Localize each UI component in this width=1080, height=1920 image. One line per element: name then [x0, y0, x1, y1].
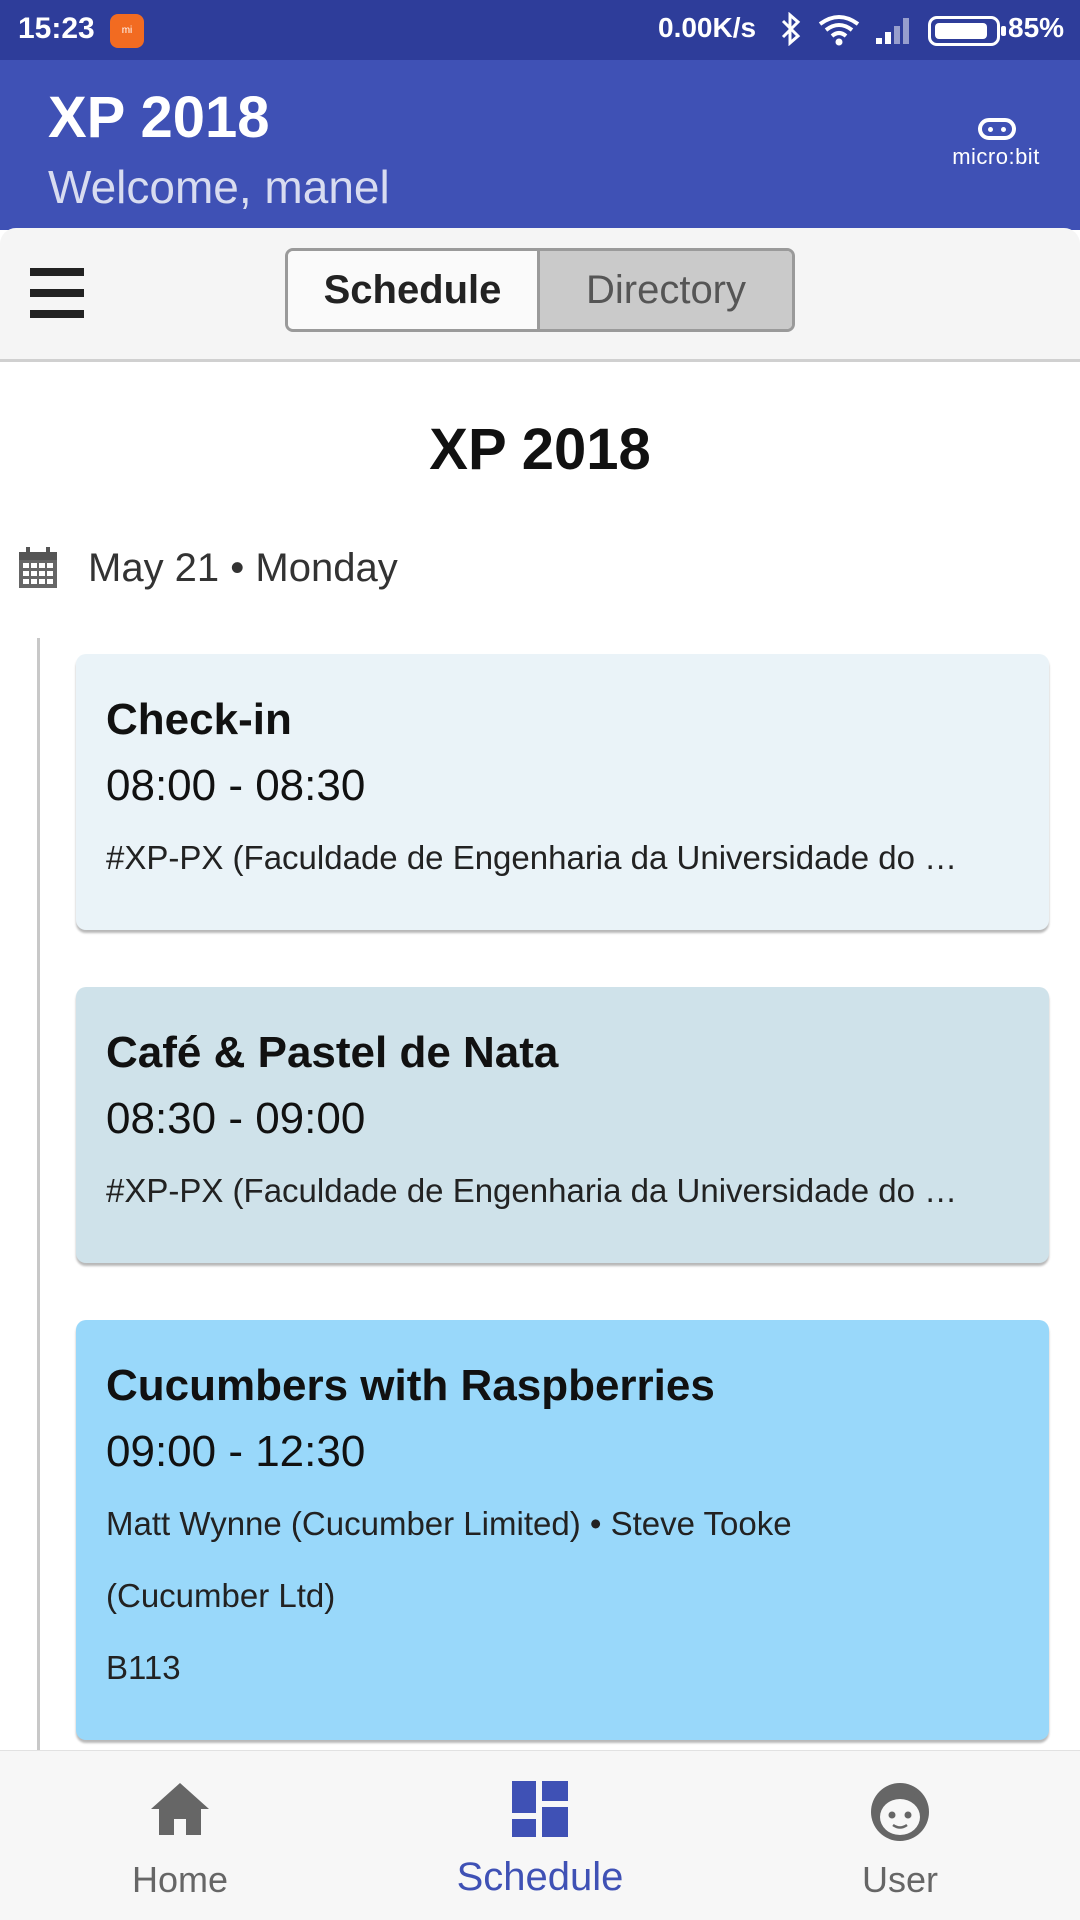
wifi-icon	[818, 15, 860, 46]
home-icon	[151, 1783, 209, 1835]
app-title: XP 2018	[48, 85, 270, 150]
event-card-cucumbers[interactable]: Cucumbers with Raspberries 09:00 - 12:30…	[76, 1320, 1049, 1740]
event-title: Café & Pastel de Nata	[106, 1028, 559, 1077]
date-label: May 21 • Monday	[88, 545, 398, 590]
event-card-cafe[interactable]: Café & Pastel de Nata 08:30 - 09:00 #XP-…	[76, 987, 1049, 1263]
battery-percent: 85%	[1008, 12, 1065, 43]
date-row: May 21 • Monday	[18, 542, 398, 594]
app-header: XP 2018 Welcome, manel micro:bit	[0, 60, 1080, 230]
event-time: 08:00 - 08:30	[106, 761, 366, 810]
event-room: B113	[106, 1649, 181, 1686]
event-title: Cucumbers with Raspberries	[106, 1361, 715, 1410]
calendar-icon	[19, 547, 57, 588]
nav-home[interactable]: Home	[0, 1751, 360, 1920]
nav-schedule-label: Schedule	[456, 1855, 624, 1899]
event-title: Check-in	[106, 695, 292, 744]
event-time: 08:30 - 09:00	[106, 1094, 366, 1143]
signal-icon	[876, 18, 909, 44]
status-bar: 15:23 mi 0.00K/s 85%	[0, 0, 1080, 60]
hamburger-menu-icon[interactable]	[30, 268, 84, 318]
event-time: 09:00 - 12:30	[106, 1427, 366, 1476]
battery-icon	[928, 16, 1006, 46]
nav-schedule[interactable]: Schedule	[360, 1751, 720, 1920]
microbit-logo: micro:bit	[944, 118, 1048, 178]
page-heading: XP 2018	[429, 417, 651, 482]
event-location: #XP-PX (Faculdade de Engenharia da Unive…	[106, 839, 958, 876]
microbit-logo-text: micro:bit	[952, 144, 1040, 169]
welcome-text: Welcome, manel	[48, 161, 390, 213]
user-icon	[871, 1783, 929, 1841]
status-time: 15:23	[18, 12, 95, 45]
event-speakers: Matt Wynne (Cucumber Limited) • Steve To…	[106, 1505, 792, 1614]
schedule-icon	[512, 1781, 568, 1837]
tab-schedule[interactable]: Schedule	[288, 251, 540, 329]
mi-notification-icon: mi	[110, 14, 144, 48]
nav-user[interactable]: User	[720, 1751, 1080, 1920]
nav-home-label: Home	[131, 1859, 229, 1900]
event-card-check-in[interactable]: Check-in 08:00 - 08:30 #XP-PX (Faculdade…	[76, 654, 1049, 930]
bluetooth-icon	[781, 12, 801, 46]
nav-user-label: User	[861, 1859, 938, 1900]
view-switcher: Schedule Directory	[285, 248, 795, 332]
timeline-line	[37, 638, 40, 1750]
network-speed: 0.00K/s	[658, 12, 757, 43]
bottom-navigation: Home Schedule User	[0, 1750, 1080, 1920]
microbit-face-icon	[978, 118, 1016, 140]
toolbar: Schedule Directory	[0, 228, 1080, 362]
tab-directory[interactable]: Directory	[540, 251, 792, 329]
event-location: #XP-PX (Faculdade de Engenharia da Unive…	[106, 1172, 958, 1209]
